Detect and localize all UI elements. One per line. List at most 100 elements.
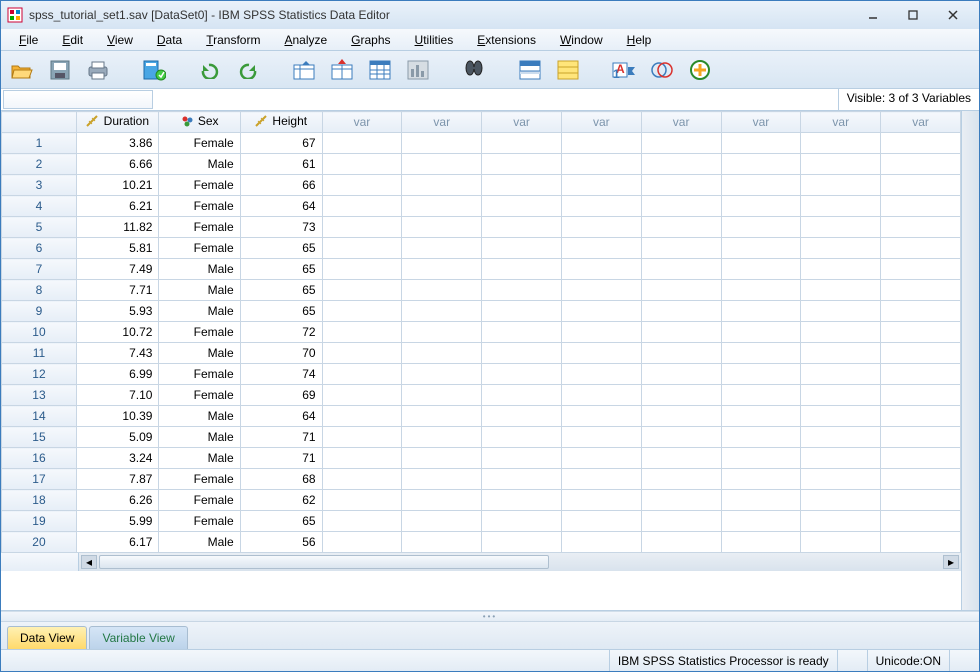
cell-empty[interactable] bbox=[482, 133, 562, 154]
cell-empty[interactable] bbox=[721, 406, 801, 427]
row-header[interactable]: 14 bbox=[2, 406, 77, 427]
cell-empty[interactable] bbox=[322, 280, 402, 301]
cell-empty[interactable] bbox=[641, 448, 721, 469]
cell-empty[interactable] bbox=[402, 322, 482, 343]
cell-duration[interactable]: 6.17 bbox=[76, 532, 159, 553]
menu-data[interactable]: Data bbox=[145, 31, 194, 49]
cell-sex[interactable]: Female bbox=[159, 469, 240, 490]
cell-sex[interactable]: Female bbox=[159, 196, 240, 217]
cell-empty[interactable] bbox=[482, 301, 562, 322]
cell-height[interactable]: 64 bbox=[240, 196, 322, 217]
cell-empty[interactable] bbox=[322, 259, 402, 280]
cell-sex[interactable]: Male bbox=[159, 427, 240, 448]
cell-empty[interactable] bbox=[482, 238, 562, 259]
cell-empty[interactable] bbox=[641, 532, 721, 553]
column-header-duration[interactable]: Duration bbox=[76, 112, 159, 133]
cell-empty[interactable] bbox=[641, 511, 721, 532]
column-header-sex[interactable]: Sex bbox=[159, 112, 240, 133]
cell-empty[interactable] bbox=[322, 133, 402, 154]
cell-empty[interactable] bbox=[561, 469, 641, 490]
cell-empty[interactable] bbox=[641, 427, 721, 448]
cell-empty[interactable] bbox=[881, 469, 961, 490]
cell-empty[interactable] bbox=[641, 175, 721, 196]
cell-empty[interactable] bbox=[881, 364, 961, 385]
cell-duration[interactable]: 7.43 bbox=[76, 343, 159, 364]
cell-empty[interactable] bbox=[801, 196, 881, 217]
cell-empty[interactable] bbox=[721, 322, 801, 343]
cell-empty[interactable] bbox=[641, 406, 721, 427]
cell-empty[interactable] bbox=[322, 427, 402, 448]
cell-empty[interactable] bbox=[641, 133, 721, 154]
cell-height[interactable]: 73 bbox=[240, 217, 322, 238]
cell-empty[interactable] bbox=[721, 301, 801, 322]
cell-empty[interactable] bbox=[801, 511, 881, 532]
menu-graphs[interactable]: Graphs bbox=[339, 31, 402, 49]
cell-empty[interactable] bbox=[641, 364, 721, 385]
cell-duration[interactable]: 3.24 bbox=[76, 448, 159, 469]
goto-variable-icon[interactable] bbox=[327, 55, 357, 85]
column-header-empty[interactable]: var bbox=[561, 112, 641, 133]
cell-duration[interactable]: 5.99 bbox=[76, 511, 159, 532]
cell-empty[interactable] bbox=[881, 511, 961, 532]
cell-empty[interactable] bbox=[482, 448, 562, 469]
cell-height[interactable]: 65 bbox=[240, 259, 322, 280]
cell-empty[interactable] bbox=[881, 532, 961, 553]
cell-empty[interactable] bbox=[801, 280, 881, 301]
cell-empty[interactable] bbox=[482, 532, 562, 553]
cell-duration[interactable]: 10.72 bbox=[76, 322, 159, 343]
cell-sex[interactable]: Male bbox=[159, 259, 240, 280]
close-button[interactable] bbox=[933, 4, 973, 26]
column-header-empty[interactable]: var bbox=[881, 112, 961, 133]
cell-sex[interactable]: Female bbox=[159, 175, 240, 196]
row-header[interactable]: 2 bbox=[2, 154, 77, 175]
cell-empty[interactable] bbox=[721, 280, 801, 301]
split-file-icon[interactable] bbox=[515, 55, 545, 85]
column-header-empty[interactable]: var bbox=[482, 112, 562, 133]
open-icon[interactable] bbox=[7, 55, 37, 85]
cell-empty[interactable] bbox=[801, 217, 881, 238]
cell-empty[interactable] bbox=[322, 217, 402, 238]
scroll-left-icon[interactable]: ◂ bbox=[81, 555, 97, 569]
row-header[interactable]: 5 bbox=[2, 217, 77, 238]
cell-height[interactable]: 69 bbox=[240, 385, 322, 406]
cell-empty[interactable] bbox=[402, 133, 482, 154]
cell-empty[interactable] bbox=[402, 301, 482, 322]
cell-empty[interactable] bbox=[322, 364, 402, 385]
cell-sex[interactable]: Male bbox=[159, 301, 240, 322]
cell-duration[interactable]: 7.87 bbox=[76, 469, 159, 490]
cell-duration[interactable]: 5.09 bbox=[76, 427, 159, 448]
cell-empty[interactable] bbox=[482, 385, 562, 406]
cell-empty[interactable] bbox=[641, 259, 721, 280]
cell-empty[interactable] bbox=[322, 511, 402, 532]
cell-empty[interactable] bbox=[801, 364, 881, 385]
cell-empty[interactable] bbox=[721, 532, 801, 553]
cell-empty[interactable] bbox=[881, 301, 961, 322]
menu-view[interactable]: View bbox=[95, 31, 145, 49]
value-labels-icon[interactable]: A1 bbox=[609, 55, 639, 85]
cell-empty[interactable] bbox=[322, 343, 402, 364]
cell-height[interactable]: 61 bbox=[240, 154, 322, 175]
cell-empty[interactable] bbox=[801, 133, 881, 154]
cell-empty[interactable] bbox=[482, 364, 562, 385]
cell-height[interactable]: 65 bbox=[240, 511, 322, 532]
column-header-empty[interactable]: var bbox=[322, 112, 402, 133]
cell-empty[interactable] bbox=[641, 469, 721, 490]
cell-empty[interactable] bbox=[881, 343, 961, 364]
cell-sex[interactable]: Male bbox=[159, 343, 240, 364]
column-header-empty[interactable]: var bbox=[402, 112, 482, 133]
cell-empty[interactable] bbox=[881, 154, 961, 175]
tab-data-view[interactable]: Data View bbox=[7, 626, 87, 649]
cell-height[interactable]: 71 bbox=[240, 448, 322, 469]
cell-duration[interactable]: 6.26 bbox=[76, 490, 159, 511]
cell-duration[interactable]: 3.86 bbox=[76, 133, 159, 154]
cell-height[interactable]: 66 bbox=[240, 175, 322, 196]
cell-height[interactable]: 56 bbox=[240, 532, 322, 553]
cell-empty[interactable] bbox=[561, 280, 641, 301]
variables-icon[interactable] bbox=[365, 55, 395, 85]
cell-height[interactable]: 62 bbox=[240, 490, 322, 511]
cell-duration[interactable]: 7.71 bbox=[76, 280, 159, 301]
cell-sex[interactable]: Male bbox=[159, 406, 240, 427]
cell-empty[interactable] bbox=[801, 154, 881, 175]
cell-empty[interactable] bbox=[641, 343, 721, 364]
cell-sex[interactable]: Female bbox=[159, 490, 240, 511]
